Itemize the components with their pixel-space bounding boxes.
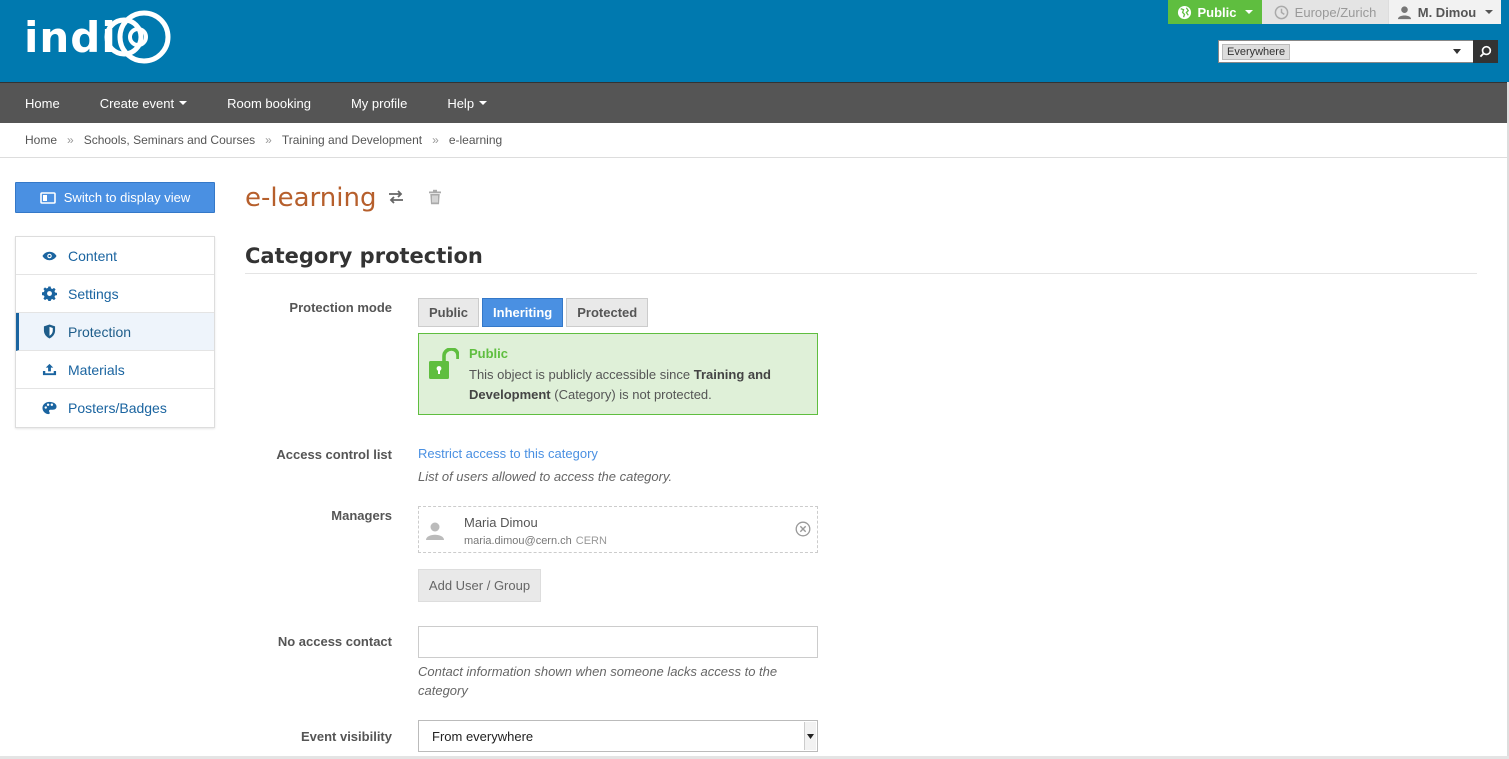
event-visibility-select[interactable]: From everywhere [418,720,818,752]
no-access-contact-input[interactable] [418,626,818,658]
protection-mode-protected[interactable]: Protected [566,298,649,327]
chevron-down-icon [1244,10,1253,14]
nav-home[interactable]: Home [0,96,80,111]
nav-create-event[interactable]: Create event [80,96,207,111]
protection-mode-selector: Public Inheriting Protected [418,298,649,327]
protection-mode-inheriting[interactable]: Inheriting [482,298,564,327]
upload-icon [41,362,57,378]
manager-affiliation: CERN [575,535,607,547]
breadcrumb-separator: » [265,133,272,147]
switch-display-view-label: Switch to display view [63,190,191,205]
breadcrumb-separator: » [67,133,74,147]
no-access-contact-label: No access contact [277,634,392,649]
protection-mode-public[interactable]: Public [418,298,480,327]
palette-icon [41,400,57,416]
sidebar-item-content[interactable]: Content [16,237,214,275]
svg-text:indi: indi [24,13,117,62]
event-visibility-label: Event visibility [300,729,392,744]
search-bar: Everywhere [1218,40,1498,63]
sidebar-menu: Content Settings Protection Materials Po… [15,236,215,428]
nav-my-profile[interactable]: My profile [331,96,427,111]
search-scope[interactable]: Everywhere [1222,43,1291,60]
chevron-down-icon [1485,10,1494,14]
section-title: Category protection [245,244,483,268]
event-visibility-value: From everywhere [432,728,534,744]
globe-icon [1178,5,1192,19]
restrict-access-link[interactable]: Restrict access to this category [418,446,598,461]
manager-entry: Maria Dimou maria.dimou@cern.ch CERN [418,506,818,553]
breadcrumb: Home » Schools, Seminars and Courses » T… [25,131,502,149]
eye-icon [41,248,57,264]
nav-create-event-label: Create event [99,95,175,111]
acl-label: Access control list [276,447,392,462]
breadcrumb-divider [0,157,1509,158]
status-text-after: (Category) is not protected. [550,387,712,402]
sidebar-item-label: Protection [68,323,132,340]
protection-dropdown[interactable]: Public [1168,0,1262,24]
acl-hint: List of users allowed to access the cate… [418,469,673,484]
status-text: This object is publicly accessible since… [469,365,804,405]
sidebar-item-label: Content [68,247,118,264]
manager-email-address: maria.dimou@cern.ch [464,535,572,547]
status-text-before: This object is publicly accessible since [469,367,694,382]
remove-manager-icon[interactable] [795,521,811,540]
logo-mark: indi [24,10,171,64]
sidebar-item-label: Posters/Badges [68,400,167,416]
section-divider [245,273,1477,274]
user-name: M. Dimou [1417,4,1477,20]
search-button[interactable] [1473,40,1498,63]
page-title-row: e-learning [245,182,442,214]
sidebar-item-settings[interactable]: Settings [16,275,214,313]
breadcrumb-separator: » [432,133,439,147]
breadcrumb-training[interactable]: Training and Development [282,133,422,147]
timezone-label: Europe/Zurich [1294,4,1377,20]
nav-home-label: Home [25,95,60,111]
sidebar-item-protection[interactable]: Protection [16,313,214,351]
gear-icon [41,286,57,302]
user-bar: Public Europe/Zurich M. Dimou [1168,0,1501,24]
chevron-down-icon [179,101,188,105]
protection-label: Public [1197,4,1237,20]
switch-display-view-button[interactable]: Switch to display view [15,182,215,213]
search-input[interactable] [1290,41,1454,62]
search-icon [1479,45,1492,58]
status-title: Public [469,346,509,361]
user-icon [1397,5,1411,19]
managers-label: Managers [331,508,392,523]
search-scope-dropdown-icon[interactable] [1453,49,1462,54]
breadcrumb-schools[interactable]: Schools, Seminars and Courses [84,133,255,147]
page-title: e-learning [245,183,377,213]
move-category-icon[interactable] [388,189,404,207]
main-nav: Home Create event Room booking My profil… [0,82,1509,123]
user-avatar-icon [425,521,445,544]
nav-room-booking-label: Room booking [227,95,311,111]
top-header: indico indi Public Europe/Zurich [0,0,1509,82]
manager-email: maria.dimou@cern.ch CERN [464,535,607,547]
no-access-contact-hint: Contact information shown when someone l… [418,664,778,698]
unlock-icon [429,347,460,383]
nav-room-booking[interactable]: Room booking [207,96,331,111]
protection-mode-label: Protection mode [289,300,392,315]
sidebar-item-label: Settings [68,285,119,302]
nav-help[interactable]: Help [427,96,507,111]
breadcrumb-home[interactable]: Home [25,133,57,147]
breadcrumb-current: e-learning [448,133,503,147]
chevron-down-icon [804,722,816,750]
user-menu[interactable]: M. Dimou [1388,0,1501,24]
shield-icon [41,324,57,340]
timezone-selector[interactable]: Europe/Zurich [1262,0,1388,24]
add-user-group-button[interactable]: Add User / Group [418,569,541,602]
indico-logo[interactable]: indico indi [24,6,174,68]
chevron-down-icon [479,101,488,105]
trash-icon[interactable] [428,189,442,208]
manager-name: Maria Dimou [464,515,538,530]
nav-help-label: Help [447,95,475,111]
toggle-icon [39,191,56,204]
nav-my-profile-label: My profile [350,95,408,111]
sidebar-item-materials[interactable]: Materials [16,351,214,389]
sidebar-item-label: Materials [68,361,125,378]
sidebar-item-posters-badges[interactable]: Posters/Badges [16,389,214,427]
clock-icon [1274,5,1289,19]
protection-status-box: Public This object is publicly accessibl… [418,333,818,415]
